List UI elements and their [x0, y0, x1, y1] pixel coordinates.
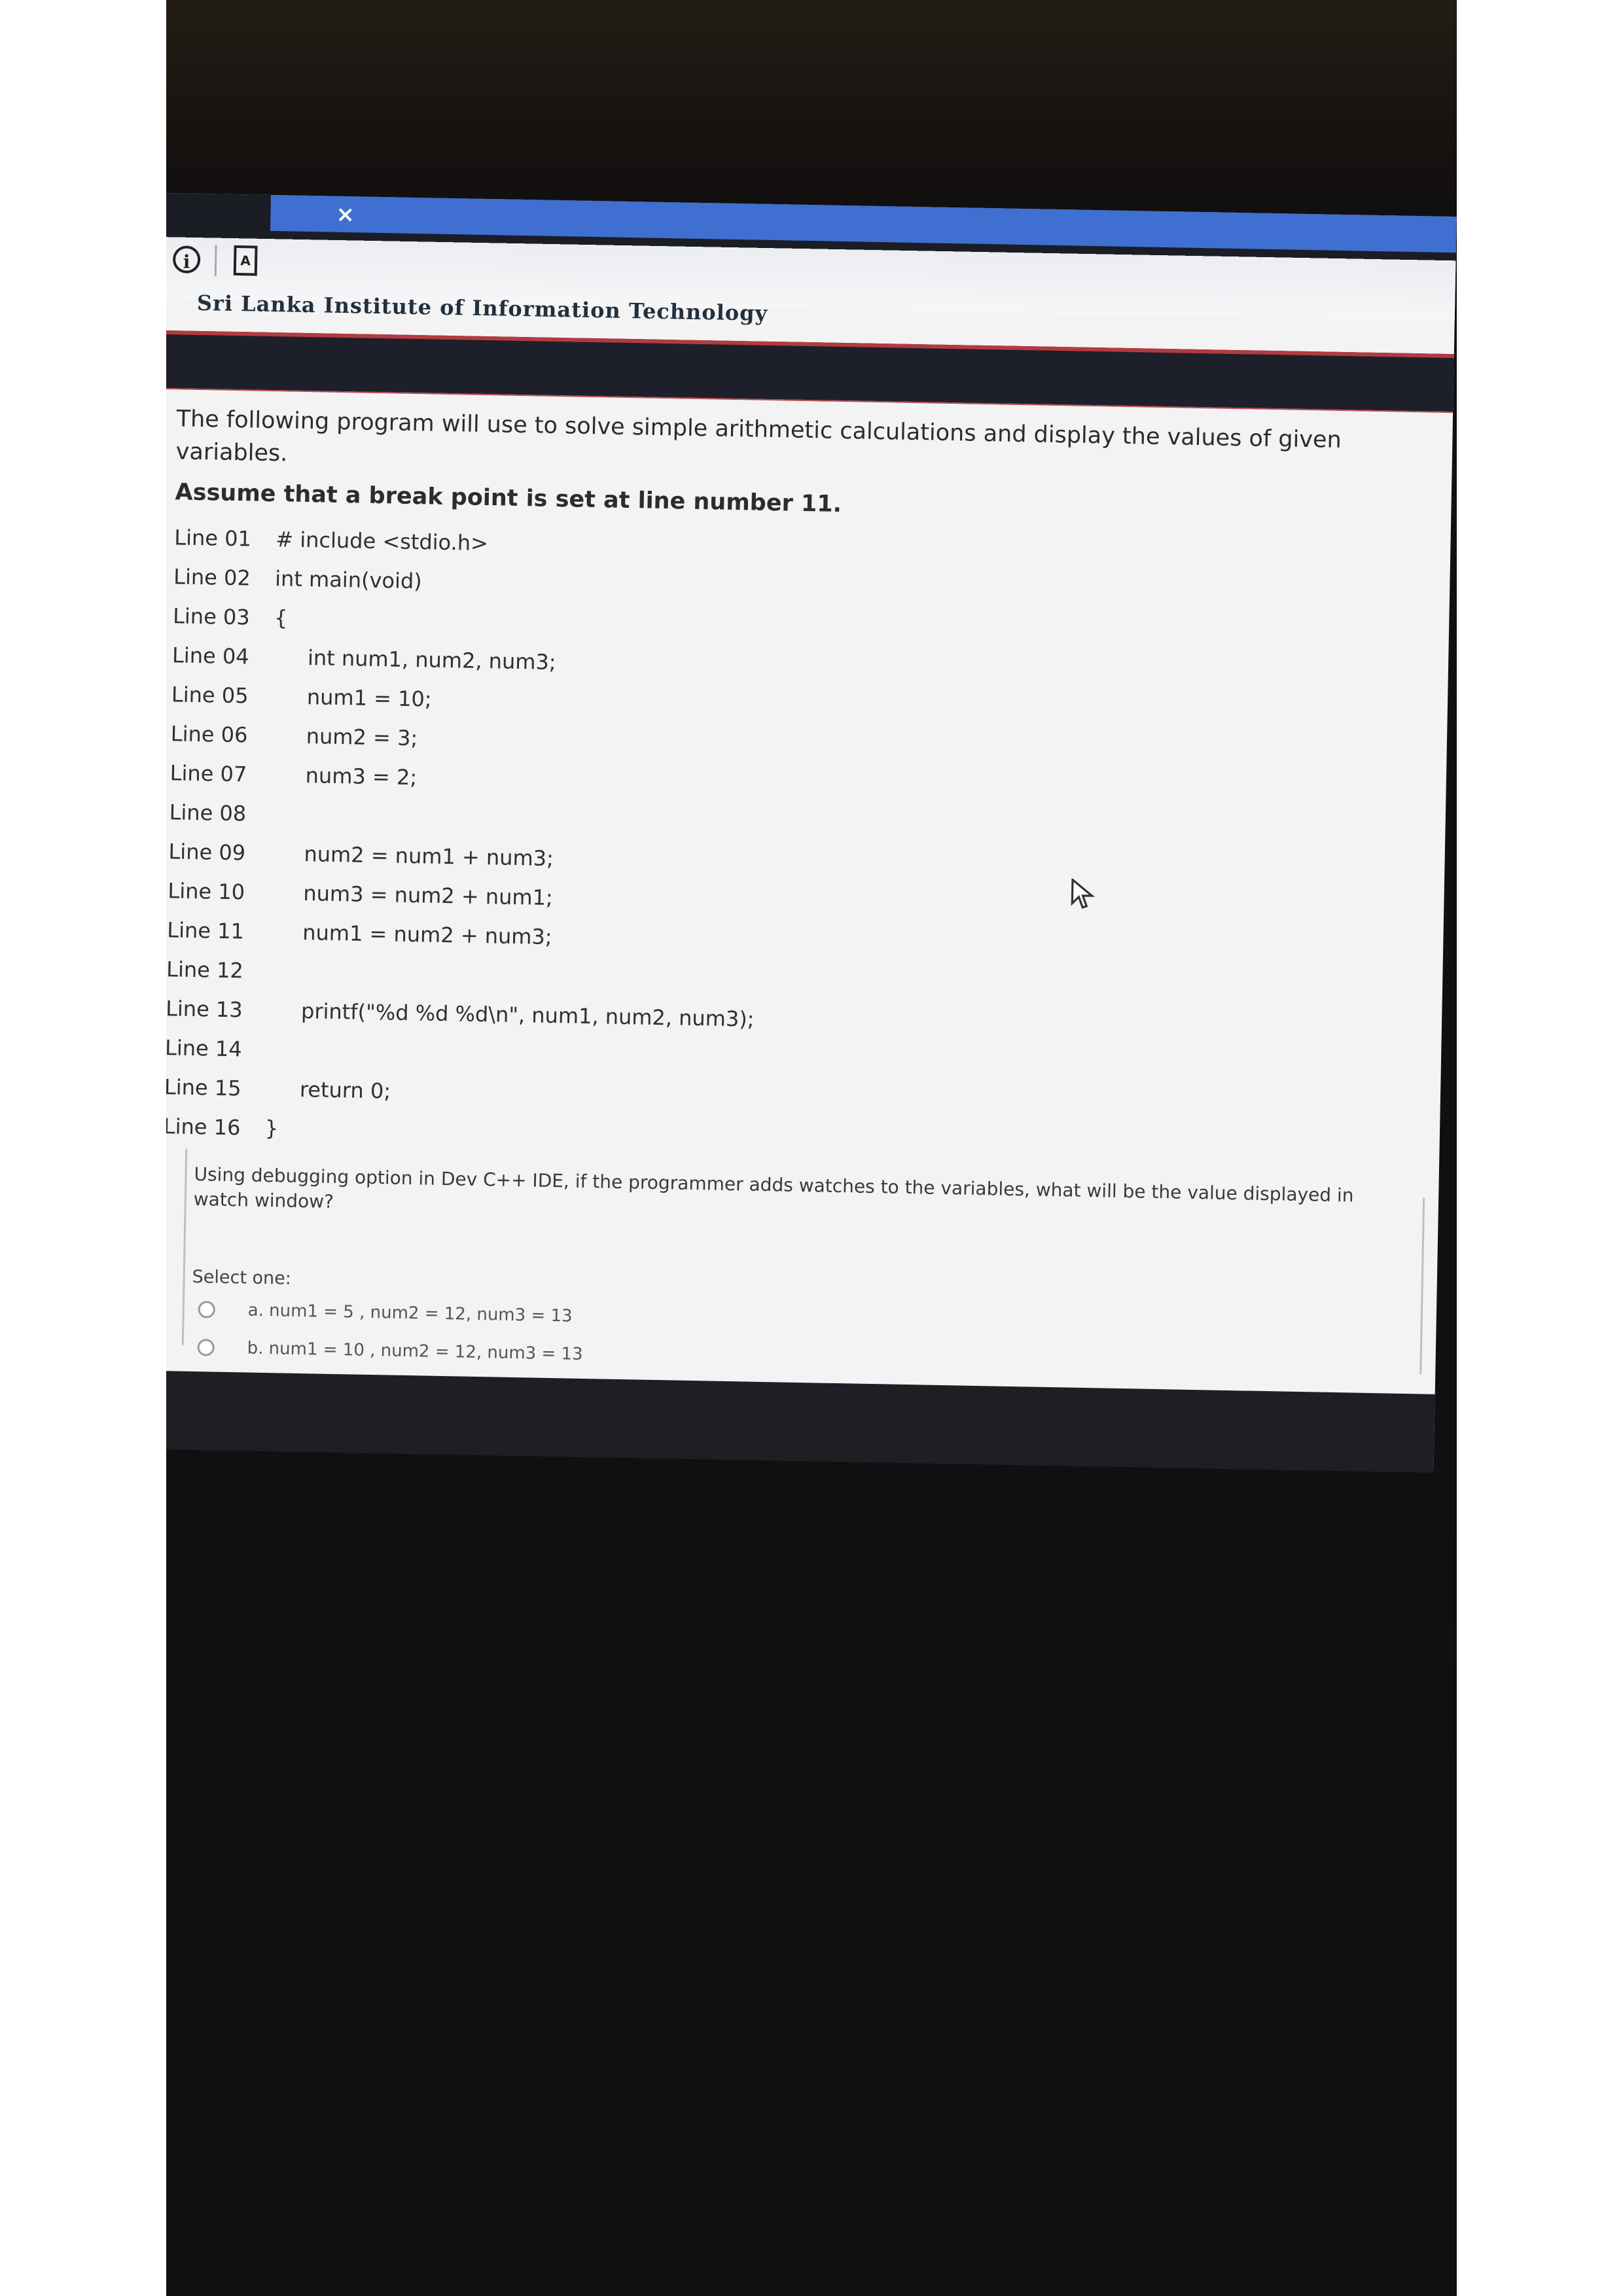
toolbar-separator [214, 245, 217, 277]
info-icon[interactable]: i [172, 245, 201, 274]
line-number: Line 02 [173, 564, 251, 591]
line-number: Line 08 [169, 800, 247, 826]
page-icon[interactable]: A [233, 245, 258, 276]
answer-option-b[interactable]: b. num1 = 10 , num2 = 12, num3 = 13 [197, 1337, 583, 1364]
code-text: printf("%d %d %d\n", num1, num2, num3); [300, 998, 755, 1032]
select-one-label: Select one: [192, 1267, 292, 1289]
answer-option-label: a. num1 = 5 , num2 = 12, num3 = 13 [247, 1300, 573, 1326]
line-number: Line 09 [168, 839, 246, 866]
close-icon[interactable]: × [336, 202, 355, 228]
line-number: Line 15 [166, 1074, 241, 1101]
code-text: } [264, 1116, 279, 1141]
code-text: num1 = 10; [306, 684, 432, 712]
line-number: Line 03 [172, 603, 251, 630]
code-text: int main(void) [274, 566, 423, 594]
question-left-border [181, 1148, 188, 1345]
line-number: Line 10 [168, 878, 245, 905]
screen-bezel [166, 1370, 1435, 1473]
line-number: Line 14 [166, 1035, 242, 1062]
code-text: # include <stdio.h> [275, 527, 489, 556]
line-number: Line 01 [174, 525, 252, 552]
line-number: Line 05 [171, 682, 249, 709]
line-number: Line 12 [166, 957, 244, 983]
code-text: num3 = 2; [305, 763, 418, 790]
radio-button[interactable] [198, 1301, 215, 1318]
photo-background: × i A Sri Lanka Institute of Information… [166, 0, 1457, 2296]
code-text: num2 = 3; [306, 724, 418, 751]
line-number: Line 16 [166, 1114, 241, 1140]
question-content: The following program will use to solve … [166, 402, 1420, 1169]
code-text: int num1, num2, num3; [307, 645, 556, 675]
radio-button[interactable] [197, 1339, 215, 1356]
question-intro: The following program will use to solve … [175, 406, 1342, 467]
code-listing: Line 01 # include <stdio.h> Line 02 int … [166, 518, 1418, 1169]
code-text: num1 = num2 + num3; [302, 920, 552, 949]
line-number: Line 04 [171, 643, 249, 669]
line-number: Line 07 [169, 760, 247, 787]
code-text: return 0; [299, 1076, 391, 1104]
line-number: Line 06 [170, 721, 248, 748]
question-right-border [1419, 1197, 1425, 1375]
answer-option-label: b. num1 = 10 , num2 = 12, num3 = 13 [247, 1338, 583, 1364]
code-text: num3 = num2 + num1; [303, 881, 554, 911]
line-number: Line 13 [166, 996, 243, 1023]
browser-window: × i A Sri Lanka Institute of Information… [166, 193, 1457, 1473]
line-number: Line 11 [167, 917, 245, 944]
mouse-cursor-icon [1071, 878, 1096, 909]
question-prompt: Using debugging option in Dev C++ IDE, i… [193, 1163, 1354, 1212]
code-text: { [274, 605, 288, 631]
code-text: num2 = num1 + num3; [304, 841, 554, 872]
tab-strip: × [270, 194, 1457, 253]
answer-option-a[interactable]: a. num1 = 5 , num2 = 12, num3 = 13 [198, 1299, 573, 1326]
